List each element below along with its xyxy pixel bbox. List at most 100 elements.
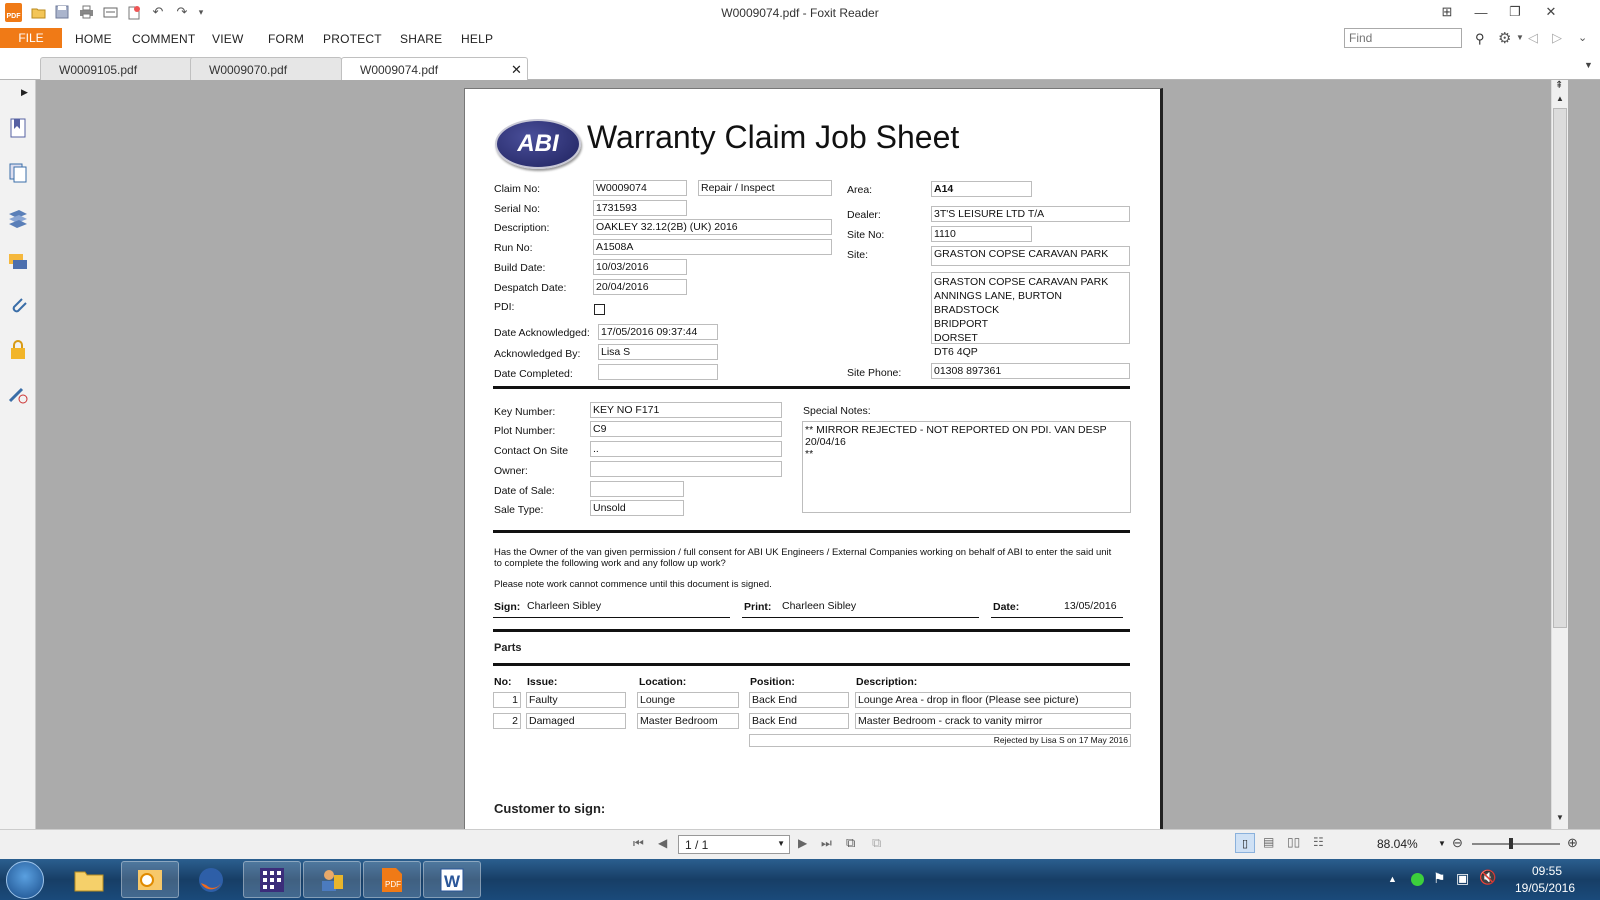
file-menu[interactable]: FILE: [0, 28, 62, 48]
restore-button[interactable]: ❐: [1500, 2, 1530, 22]
attachments-icon[interactable]: [6, 294, 30, 318]
site-phone-field[interactable]: 01308 897361: [931, 363, 1130, 379]
owner-field[interactable]: [590, 461, 782, 477]
part-issue-field[interactable]: Faulty: [526, 692, 626, 708]
claim-type-field[interactable]: Repair / Inspect: [698, 180, 832, 196]
previous-page-icon[interactable]: ◀: [658, 836, 667, 850]
date-acknowledged-field[interactable]: 17/05/2016 09:37:44: [598, 324, 718, 340]
claim-no-field[interactable]: W0009074: [593, 180, 687, 196]
special-notes-field[interactable]: ** MIRROR REJECTED - NOT REPORTED ON PDI…: [802, 421, 1131, 513]
taskbar-explorer-icon[interactable]: [60, 861, 118, 898]
previous-view-icon[interactable]: ⧉: [846, 835, 855, 851]
key-number-field[interactable]: KEY NO F171: [590, 402, 782, 418]
security-lock-icon[interactable]: [6, 338, 30, 362]
sale-type-field[interactable]: Unsold: [590, 500, 684, 516]
continuous-page-icon[interactable]: ▤: [1263, 835, 1274, 849]
tab-w0009070[interactable]: W0009070.pdf: [190, 57, 342, 80]
clock-date[interactable]: 19/05/2016: [1505, 881, 1585, 895]
menu-home[interactable]: HOME: [75, 32, 112, 46]
taskbar-calendar-app-icon[interactable]: [243, 861, 301, 898]
page-number-select[interactable]: 1 / 1 ▼: [678, 835, 790, 854]
show-hidden-icons[interactable]: ▲: [1388, 874, 1397, 884]
scrollbar-thumb[interactable]: [1553, 108, 1567, 628]
tab-w0009105[interactable]: W0009105.pdf: [40, 57, 195, 80]
next-view-icon[interactable]: ⧉: [872, 835, 881, 851]
acknowledged-by-field[interactable]: Lisa S: [598, 344, 718, 360]
serial-no-field[interactable]: 1731593: [593, 200, 687, 216]
status-green-icon[interactable]: [1411, 873, 1424, 886]
layout-icon[interactable]: ⊞: [1432, 2, 1462, 22]
zoom-out-icon[interactable]: ⊖: [1452, 835, 1463, 851]
dealer-field[interactable]: 3T'S LEISURE LTD T/A: [931, 206, 1130, 222]
volume-muted-icon[interactable]: 🔇: [1479, 869, 1496, 886]
tab-w0009074[interactable]: W0009074.pdf: [341, 57, 528, 80]
close-tab-icon[interactable]: ✕: [511, 62, 522, 78]
part-location-field[interactable]: Master Bedroom: [637, 713, 739, 729]
network-icon[interactable]: ▣: [1456, 870, 1469, 887]
run-no-field[interactable]: A1508A: [593, 239, 832, 255]
site-no-field[interactable]: 1110: [931, 226, 1032, 242]
date-value[interactable]: 13/05/2016: [1064, 600, 1117, 612]
single-page-icon[interactable]: ▯: [1235, 833, 1255, 853]
start-button-icon[interactable]: [6, 861, 44, 899]
zoom-dropdown-icon[interactable]: ▼: [1438, 839, 1446, 848]
zoom-level[interactable]: 88.04%: [1377, 837, 1418, 851]
taskbar-outlook-icon[interactable]: [121, 861, 179, 898]
date-of-sale-field[interactable]: [590, 481, 684, 497]
previous-result-icon[interactable]: ◁: [1528, 30, 1538, 46]
taskbar-contacts-app-icon[interactable]: [303, 861, 361, 898]
pages-icon[interactable]: [6, 161, 30, 185]
taskbar-word-icon[interactable]: W: [423, 861, 481, 898]
description-field[interactable]: OAKLEY 32.12(2B) (UK) 2016: [593, 219, 832, 235]
build-date-field[interactable]: 10/03/2016: [593, 259, 687, 275]
last-page-icon[interactable]: ⏭: [821, 836, 832, 851]
clock-time[interactable]: 09:55: [1517, 864, 1577, 878]
taskbar-firefox-icon[interactable]: [182, 861, 240, 898]
taskbar-foxit-icon[interactable]: PDF: [363, 861, 421, 898]
date-completed-field[interactable]: [598, 364, 718, 380]
comments-icon[interactable]: [6, 250, 30, 274]
zoom-slider[interactable]: [1472, 843, 1560, 845]
part-no-field[interactable]: 1: [493, 692, 521, 708]
collapse-ribbon-icon[interactable]: ⌄: [1578, 31, 1587, 44]
despatch-date-field[interactable]: 20/04/2016: [593, 279, 687, 295]
menu-help[interactable]: HELP: [461, 32, 493, 46]
part-position-field[interactable]: Back End: [749, 692, 849, 708]
tab-list-dropdown-icon[interactable]: ▼: [1584, 60, 1593, 70]
part-location-field[interactable]: Lounge: [637, 692, 739, 708]
menu-share[interactable]: SHARE: [400, 32, 442, 46]
zoom-in-icon[interactable]: ⊕: [1567, 835, 1578, 851]
menu-form[interactable]: FORM: [268, 32, 304, 46]
part-no-field[interactable]: 2: [493, 713, 521, 729]
scroll-down-icon[interactable]: ▼: [1556, 813, 1564, 822]
next-result-icon[interactable]: ▷: [1552, 30, 1562, 46]
search-icon[interactable]: ⚲: [1475, 31, 1485, 47]
bookmarks-icon[interactable]: [6, 116, 30, 140]
settings-gear-icon[interactable]: ⚙: [1498, 29, 1511, 47]
site-field[interactable]: GRASTON COPSE CARAVAN PARK: [931, 246, 1130, 266]
continuous-facing-icon[interactable]: ☷: [1313, 835, 1324, 849]
close-button[interactable]: ✕: [1536, 2, 1566, 22]
part-position-field[interactable]: Back End: [749, 713, 849, 729]
scroll-up-icon[interactable]: ▲: [1556, 94, 1564, 103]
site-address-field[interactable]: GRASTON COPSE CARAVAN PARK ANNINGS LANE,…: [931, 272, 1130, 358]
sign-value[interactable]: Charleen Sibley: [527, 600, 601, 612]
expand-panel-icon[interactable]: ▶: [21, 87, 28, 98]
plot-number-field[interactable]: C9: [590, 421, 782, 437]
pdi-checkbox[interactable]: [594, 304, 605, 315]
menu-protect[interactable]: PROTECT: [323, 32, 382, 46]
first-page-icon[interactable]: ⏮: [633, 836, 644, 851]
part-description-field[interactable]: Master Bedroom - crack to vanity mirror: [855, 713, 1131, 729]
signatures-icon[interactable]: [6, 382, 30, 406]
menu-view[interactable]: VIEW: [212, 32, 243, 46]
action-center-flag-icon[interactable]: ⚑: [1433, 870, 1446, 887]
facing-page-icon[interactable]: ▯▯: [1287, 835, 1300, 849]
contact-on-site-field[interactable]: ..: [590, 441, 782, 457]
part-issue-field[interactable]: Damaged: [526, 713, 626, 729]
area-field[interactable]: A14: [931, 181, 1032, 197]
settings-dropdown-icon[interactable]: ▼: [1516, 33, 1524, 42]
print-value[interactable]: Charleen Sibley: [782, 600, 856, 612]
part-description-field[interactable]: Lounge Area - drop in floor (Please see …: [855, 692, 1131, 708]
minimize-button[interactable]: —: [1466, 2, 1496, 22]
next-page-icon[interactable]: ▶: [798, 836, 807, 850]
